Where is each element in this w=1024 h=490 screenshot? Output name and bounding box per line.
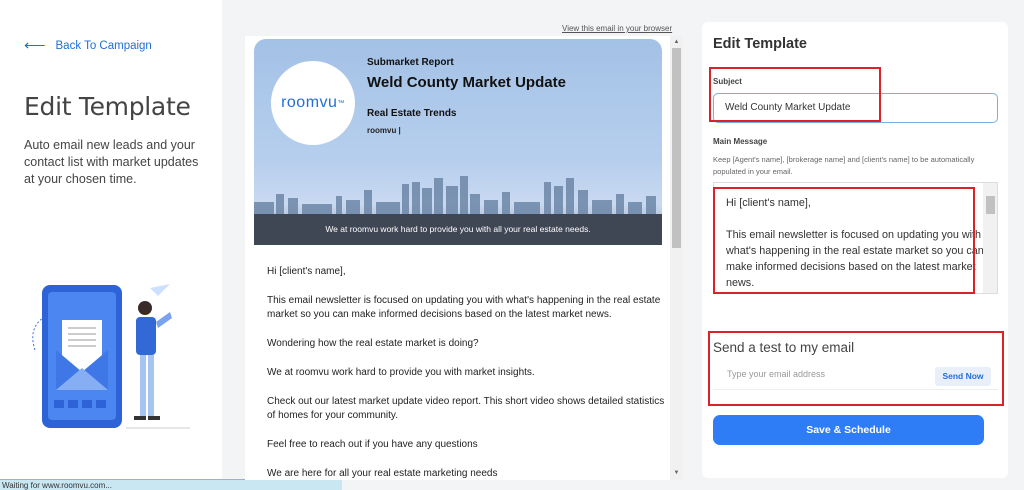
subject-highlight-box bbox=[709, 67, 881, 122]
arrow-left-icon: ⟵ bbox=[24, 37, 46, 54]
scroll-up-icon[interactable]: ▲ bbox=[671, 37, 682, 47]
email-paragraph: Feel free to reach out if you have any q… bbox=[267, 439, 478, 450]
banner-title: Weld County Market Update bbox=[367, 74, 566, 91]
city-skyline-image bbox=[254, 176, 656, 216]
logo-trademark: ™ bbox=[337, 99, 345, 107]
scroll-down-icon[interactable]: ▼ bbox=[671, 468, 682, 478]
main-message-label: Main Message bbox=[713, 137, 768, 146]
left-panel: ⟵ Back To Campaign Edit Template Auto em… bbox=[0, 0, 222, 490]
email-banner: roomvu ™ Submarket Report Weld County Mar… bbox=[254, 39, 662, 245]
banner-section: Real Estate Trends bbox=[367, 108, 457, 119]
roomvu-logo: roomvu ™ bbox=[271, 61, 355, 145]
browser-status-bar: Waiting for www.roomvu.com... bbox=[0, 479, 342, 490]
banner-footer: We at roomvu work hard to provide you wi… bbox=[254, 214, 662, 245]
email-paragraph: Check out our latest market update video… bbox=[267, 396, 665, 421]
email-paragraph: We are here for all your real estate mar… bbox=[267, 468, 498, 479]
banner-byline: roomvu | bbox=[367, 126, 401, 135]
page-title: Edit Template bbox=[24, 92, 191, 121]
page-description: Auto email new leads and your contact li… bbox=[24, 138, 199, 186]
preview-scrollbar-thumb[interactable] bbox=[672, 48, 681, 248]
back-label: Back To Campaign bbox=[55, 39, 152, 52]
message-highlight-box bbox=[713, 187, 975, 294]
email-paragraph: We at roomvu work hard to provide you wi… bbox=[267, 367, 535, 378]
form-title: Edit Template bbox=[713, 36, 807, 52]
logo-text: roomvu bbox=[281, 94, 338, 111]
test-email-highlight-box bbox=[708, 331, 1004, 406]
main-message-hint: Keep [Agent's name], [brokerage name] an… bbox=[713, 155, 975, 176]
email-paragraph: Wondering how the real estate market is … bbox=[267, 338, 479, 349]
back-to-campaign-link[interactable]: ⟵ Back To Campaign bbox=[24, 38, 152, 53]
banner-subtitle: Submarket Report bbox=[367, 57, 454, 68]
email-paragraph: This email newsletter is focused on upda… bbox=[267, 295, 661, 320]
email-preview[interactable]: roomvu ™ Submarket Report Weld County Mar… bbox=[245, 36, 683, 480]
message-scrollbar-thumb[interactable] bbox=[986, 196, 995, 214]
email-body: Hi [client's name], This email newslette… bbox=[267, 265, 672, 480]
view-in-browser-link[interactable]: View this email in your browser bbox=[562, 24, 672, 33]
phone-illustration bbox=[32, 284, 190, 429]
save-schedule-button[interactable]: Save & Schedule bbox=[713, 415, 984, 445]
email-paragraph: Hi [client's name], bbox=[267, 266, 346, 277]
